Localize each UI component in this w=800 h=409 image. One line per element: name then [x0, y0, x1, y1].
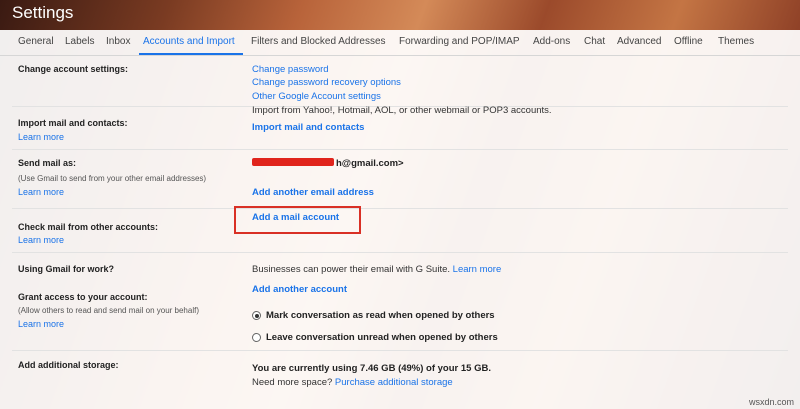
- leave-unread-label[interactable]: Leave conversation unread when opened by…: [266, 332, 498, 343]
- settings-tabs: General Labels Inbox Accounts and Import…: [0, 30, 800, 56]
- send-address: h@gmail.com>: [336, 158, 404, 169]
- settings-panel: General Labels Inbox Accounts and Import…: [0, 30, 800, 409]
- leave-unread-radio[interactable]: [252, 333, 261, 342]
- check-mail-label: Check mail from other accounts:: [18, 222, 159, 232]
- title-bar: Settings: [0, 0, 800, 30]
- page-title: Settings: [12, 3, 74, 22]
- grant-learn-more-link[interactable]: Learn more: [18, 319, 64, 329]
- add-email-address-button[interactable]: Add another email address: [252, 187, 374, 198]
- tab-chat[interactable]: Chat: [584, 36, 605, 47]
- tab-forwarding[interactable]: Forwarding and POP/IMAP: [399, 36, 520, 47]
- purchase-storage-link[interactable]: Purchase additional storage: [335, 377, 453, 388]
- import-learn-more-link[interactable]: Learn more: [18, 132, 64, 142]
- redacted-name: [252, 158, 334, 166]
- google-account-settings-link[interactable]: Other Google Account settings: [252, 91, 381, 102]
- send-mail-subtext: (Use Gmail to send from your other email…: [18, 174, 207, 183]
- gsuite-learn-more-link[interactable]: Learn more: [453, 264, 502, 275]
- divider: [12, 208, 788, 209]
- tab-accounts-and-import[interactable]: Accounts and Import: [143, 36, 235, 47]
- change-recovery-link[interactable]: Change password recovery options: [252, 77, 401, 88]
- gmail-work-text: Businesses can power their email with G …: [252, 264, 501, 275]
- storage-label: Add additional storage:: [18, 360, 119, 370]
- import-mail-button[interactable]: Import mail and contacts: [252, 122, 364, 133]
- divider: [12, 149, 788, 150]
- tab-inbox[interactable]: Inbox: [106, 36, 130, 47]
- tab-themes[interactable]: Themes: [718, 36, 754, 47]
- change-password-link[interactable]: Change password: [252, 64, 329, 75]
- check-learn-more-link[interactable]: Learn more: [18, 235, 64, 245]
- need-more-text: Need more space?: [252, 377, 333, 388]
- gsuite-text: Businesses can power their email with G …: [252, 264, 451, 275]
- tab-advanced[interactable]: Advanced: [617, 36, 661, 47]
- divider: [12, 350, 788, 351]
- need-more-space: Need more space? Purchase additional sto…: [252, 377, 453, 388]
- mark-read-label[interactable]: Mark conversation as read when opened by…: [266, 310, 495, 321]
- grant-access-label: Grant access to your account:: [18, 292, 148, 302]
- watermark: wsxdn.com: [748, 397, 794, 407]
- storage-usage: You are currently using 7.46 GB (49%) of…: [252, 363, 491, 374]
- gmail-work-label: Using Gmail for work?: [18, 264, 115, 274]
- tab-offline[interactable]: Offline: [674, 36, 703, 47]
- divider: [12, 252, 788, 253]
- tab-add-ons[interactable]: Add-ons: [533, 36, 570, 47]
- tab-general[interactable]: General: [18, 36, 54, 47]
- mark-read-radio[interactable]: [252, 311, 261, 320]
- change-account-label: Change account settings:: [18, 64, 129, 74]
- active-tab-indicator: [139, 53, 243, 55]
- send-mail-label: Send mail as:: [18, 158, 77, 168]
- send-learn-more-link[interactable]: Learn more: [18, 187, 64, 197]
- import-mail-label: Import mail and contacts:: [18, 118, 128, 128]
- tab-filters[interactable]: Filters and Blocked Addresses: [251, 36, 386, 47]
- add-another-account-button[interactable]: Add another account: [252, 284, 347, 295]
- grant-access-subtext: (Allow others to read and send mail on y…: [18, 306, 199, 315]
- tab-labels[interactable]: Labels: [65, 36, 94, 47]
- import-note: Import from Yahoo!, Hotmail, AOL, or oth…: [252, 105, 552, 116]
- add-mail-account-button[interactable]: Add a mail account: [252, 212, 339, 223]
